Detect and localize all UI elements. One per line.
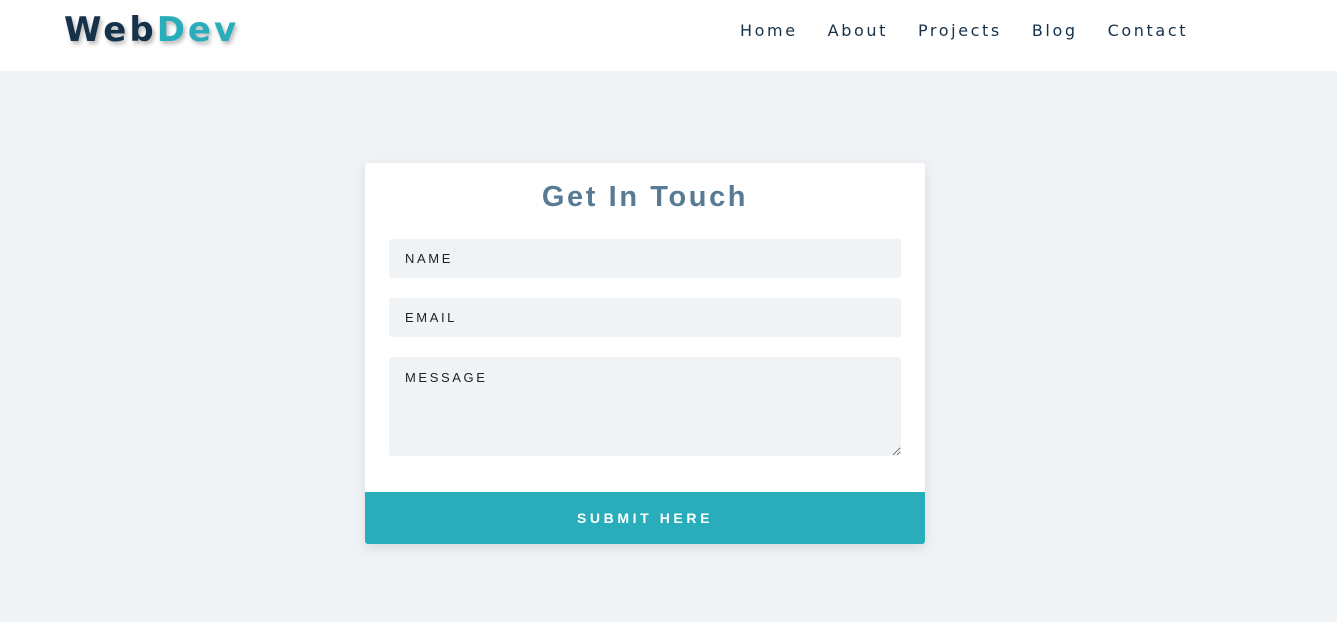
logo-web-text: Web [64,10,157,50]
logo-dev-text: Dev [156,10,240,50]
navbar: WebDev Home About Projects Blog Contact [0,0,1337,71]
nav-link-home[interactable]: Home [740,20,798,42]
nav-link-blog[interactable]: Blog [1032,20,1078,42]
name-input[interactable] [389,239,901,278]
logo[interactable]: WebDev [64,8,239,52]
nav-menu: Home About Projects Blog Contact [740,20,1188,42]
nav-link-projects[interactable]: Projects [918,20,1002,42]
contact-form-card: Get In Touch SUBMIT HERE [365,163,925,544]
email-input[interactable] [389,298,901,337]
submit-button[interactable]: SUBMIT HERE [365,492,925,544]
nav-link-about[interactable]: About [828,20,888,42]
form-title: Get In Touch [541,181,749,213]
nav-link-contact[interactable]: Contact [1108,20,1188,42]
message-textarea[interactable] [389,357,901,456]
